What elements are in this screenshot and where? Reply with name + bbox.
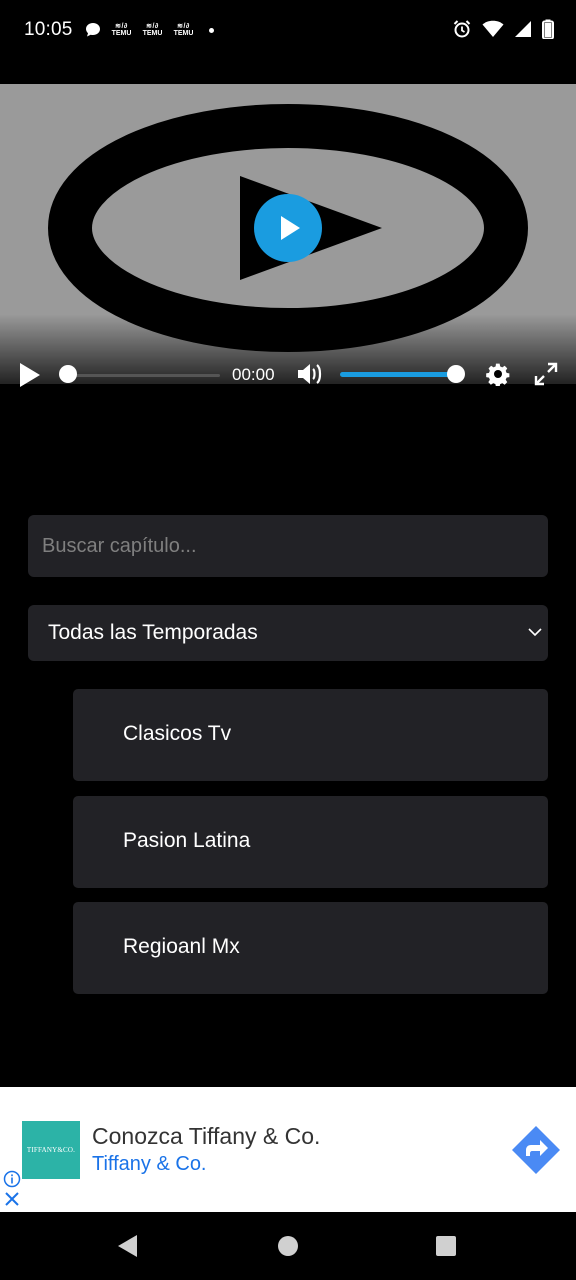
ad-logo[interactable]: TIFFANY&CO. bbox=[22, 1121, 80, 1179]
system-nav-bar bbox=[0, 1212, 576, 1280]
system-icons bbox=[452, 19, 554, 39]
chevron-down-icon bbox=[528, 628, 542, 637]
signal-icon bbox=[515, 21, 531, 37]
current-time: 00:00 bbox=[232, 365, 275, 384]
gear-icon[interactable] bbox=[486, 362, 510, 386]
episode-label: Pasion Latina bbox=[123, 829, 251, 852]
wifi-icon bbox=[482, 20, 504, 37]
season-select-value: Todas las Temporadas bbox=[48, 621, 258, 644]
video-player[interactable]: 00:00 bbox=[0, 84, 576, 404]
ad-subtitle[interactable]: Tiffany & Co. bbox=[92, 1153, 207, 1176]
home-icon[interactable] bbox=[278, 1236, 298, 1256]
episode-label: Regioanl Mx bbox=[123, 935, 240, 958]
progress-thumb[interactable] bbox=[59, 365, 77, 383]
temu-icon: ≋/∂ TEMU bbox=[111, 23, 132, 37]
search-field[interactable] bbox=[28, 515, 548, 577]
recents-icon[interactable] bbox=[436, 1236, 456, 1256]
alarm-icon bbox=[453, 20, 471, 38]
play-icon[interactable] bbox=[18, 362, 42, 388]
dot-icon bbox=[209, 27, 214, 33]
list-item[interactable]: Pasion Latina bbox=[73, 796, 548, 888]
ad-banner[interactable]: TIFFANY&CO. Conozca Tiffany & Co. Tiffan… bbox=[0, 1087, 576, 1212]
search-input[interactable] bbox=[28, 515, 548, 577]
back-icon[interactable] bbox=[117, 1234, 139, 1258]
chat-bubble-icon bbox=[86, 23, 100, 37]
battery-icon bbox=[542, 19, 554, 39]
season-select[interactable]: Todas las Temporadas bbox=[28, 605, 548, 661]
volume-track[interactable] bbox=[340, 372, 456, 377]
player-controls: 00:00 bbox=[0, 356, 576, 396]
list-item[interactable]: Regioanl Mx bbox=[73, 902, 548, 994]
directions-icon[interactable] bbox=[510, 1124, 562, 1176]
ad-title[interactable]: Conozca Tiffany & Co. bbox=[92, 1123, 320, 1150]
episode-label: Clasicos Tv bbox=[123, 722, 232, 745]
big-play-button[interactable] bbox=[254, 194, 322, 262]
temu-icon: ≋/∂ TEMU bbox=[173, 23, 194, 37]
list-item[interactable]: Clasicos Tv bbox=[73, 689, 548, 781]
play-icon bbox=[281, 216, 300, 240]
volume-icon[interactable] bbox=[296, 362, 324, 386]
temu-icon: ≋/∂ TEMU bbox=[142, 23, 163, 37]
close-icon[interactable] bbox=[4, 1191, 20, 1207]
status-time: 10:05 bbox=[24, 19, 73, 40]
volume-fill bbox=[340, 372, 456, 377]
progress-track[interactable] bbox=[68, 374, 220, 377]
status-bar: 10:05 ≋/∂ TEMU ≋/∂ TEMU ≋/∂ TEMU bbox=[0, 0, 576, 62]
volume-thumb[interactable] bbox=[447, 365, 465, 383]
info-icon[interactable] bbox=[3, 1170, 21, 1188]
notification-icons: ≋/∂ TEMU ≋/∂ TEMU ≋/∂ TEMU bbox=[84, 21, 214, 39]
fullscreen-icon[interactable] bbox=[534, 362, 558, 386]
